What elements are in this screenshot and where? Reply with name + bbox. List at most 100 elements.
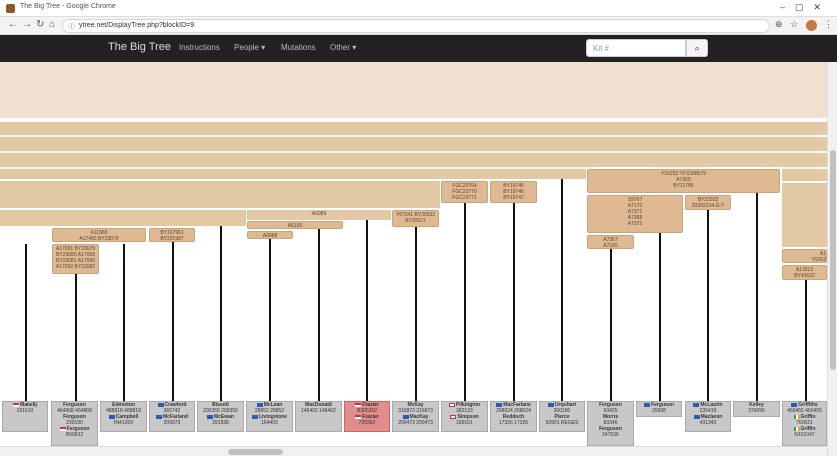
kit-leaf[interactable]: MacDonald 146402 146402 (295, 401, 342, 432)
snp-block[interactable]: S9767 A7170 A7371 A7368 A7372 (587, 195, 683, 233)
kit-id: 720362 (358, 420, 376, 426)
england-flag-icon (450, 414, 457, 419)
snp-block[interactable]: BY23333 20302234-G-T (685, 195, 731, 210)
kit-id: 17326 17326 (498, 420, 529, 426)
kit-id: 146402 146402 (301, 408, 336, 414)
kit-id: 189101 (456, 420, 473, 426)
snp-block[interactable]: BY19745 BY19746 BY19747 (490, 181, 537, 203)
scotland-flag-icon (256, 402, 263, 407)
kit-leaf[interactable]: Urquhart 300190 Pierce 92901 REGES (539, 401, 585, 432)
snp-block[interactable]: A11965 A17465 BY23079 (52, 228, 146, 242)
descent-line (75, 274, 77, 401)
snp-block[interactable]: A13013 BY43622 (782, 265, 827, 280)
descent-line (415, 227, 417, 401)
nav-instructions[interactable]: Instructions (179, 43, 220, 52)
descent-line (25, 244, 27, 401)
kit-id: 391938 (212, 420, 229, 426)
kit-leaf[interactable]: Ferguson 25938 (636, 401, 682, 417)
snp-block[interactable]: A1 Y9262 (782, 249, 827, 263)
snp-block[interactable]: Y67341 BY20532 BY20527 (392, 210, 439, 227)
usa-flag-icon (59, 426, 66, 431)
scotland-flag-icon (155, 414, 162, 419)
descent-line (464, 203, 466, 401)
kit-leaf[interactable]: Kelley 379096 (733, 401, 780, 417)
address-url[interactable]: ytree.net/DisplayTree.php?blockID=9 (79, 22, 194, 29)
usa-flag-icon (355, 414, 362, 419)
search-button[interactable]: ⌕ (686, 39, 708, 57)
ancestor-band (0, 181, 440, 208)
kit-id: 247536 (602, 432, 619, 438)
nav-other[interactable]: Other ▾ (330, 43, 356, 52)
kit-leaf[interactable]: Griffiths 460455 460455 Griffin 760621 G… (782, 401, 827, 446)
scotland-flag-icon (108, 414, 115, 419)
kit-leaf[interactable]: Crawford 365742 McFarland 209973 (149, 401, 195, 432)
ancestor-band (782, 183, 827, 247)
snp-block[interactable]: A6088 (247, 231, 293, 239)
kit-leaf[interactable]: Ferguson 464868 464868 Ferguson 230190 F… (51, 401, 98, 446)
haplotree-canvas[interactable]: A11965 A17465 BY23079 A17091 BY23079 BY2… (0, 62, 827, 456)
kit-search-placeholder: Kit # (593, 44, 610, 53)
kit-leaf[interactable]: McLean 28852 28852 Livingstone 164403 (246, 401, 293, 432)
descent-line (220, 226, 222, 401)
forward-arrow-icon[interactable]: → (22, 19, 32, 30)
ancestor-band (0, 122, 827, 135)
site-navbar: The Big Tree Instructions People ▾ Mutat… (0, 35, 837, 62)
kit-leaf[interactable]: Frazier B305352 Frazier 720362 (344, 401, 390, 432)
site-favicon-icon (6, 4, 15, 13)
scotland-flag-icon (547, 402, 554, 407)
kit-search-input[interactable]: Kit # (586, 39, 686, 57)
kit-leaf[interactable]: Ferguson 50425 Morris 83346 Ferguson 247… (587, 401, 634, 446)
nav-people[interactable]: People ▾ (234, 43, 265, 52)
browser-titlebar: The Big Tree - Google Chrome –▢✕ (0, 0, 837, 17)
kit-leaf[interactable]: Pilkington 382133 Simpson 189101 (441, 401, 488, 432)
horizontal-scrollbar[interactable] (0, 446, 827, 456)
descent-line (123, 244, 125, 401)
window-title: The Big Tree - Google Chrome (20, 3, 116, 10)
snp-block[interactable]: BY167961 BY201987 (149, 228, 195, 242)
info-icon[interactable]: ⓘ (68, 22, 75, 32)
ancestor-band (0, 169, 586, 179)
kit-id: 431343 (699, 420, 717, 426)
kit-leaf[interactable]: Makelij 191610 (2, 401, 48, 432)
descent-line (269, 239, 271, 401)
address-bar[interactable]: ⓘ ytree.net/DisplayTree.php?blockID=9 (62, 19, 770, 33)
bookmark-star-icon[interactable]: ☆ (790, 19, 798, 30)
kit-id: 164403 (261, 420, 278, 426)
zoom-icon[interactable]: ⊕ (775, 19, 783, 30)
vertical-scroll-thumb[interactable] (830, 150, 836, 370)
scotland-flag-icon (496, 402, 503, 407)
snp-block[interactable]: A7367 A7165 (587, 235, 634, 249)
scotland-flag-icon (157, 402, 164, 407)
kit-id: 209973 (163, 420, 181, 426)
back-arrow-icon[interactable]: ← (8, 19, 18, 30)
nav-mutations[interactable]: Mutations (281, 43, 316, 52)
vertical-scrollbar[interactable] (827, 62, 837, 456)
descent-line (805, 280, 807, 401)
kit-id: B59632 (65, 432, 84, 438)
site-brand[interactable]: The Big Tree (108, 41, 171, 53)
kit-id: 191610 (16, 408, 34, 414)
kit-leaf[interactable]: Edmiston 488818 488818 Campbell IN41269 (100, 401, 147, 432)
kit-leaf[interactable]: MacFarlane 268024 268024 Reddoch 17326 1… (490, 401, 537, 432)
scotland-flag-icon (402, 414, 409, 419)
scotland-flag-icon (693, 414, 700, 419)
reload-icon[interactable]: ↻ (36, 19, 44, 30)
ireland-flag-icon (793, 426, 800, 431)
descent-line (659, 233, 661, 401)
snp-block[interactable]: A6100 (247, 221, 343, 229)
kit-leaf[interactable]: McKay 316873 316873 MacKay 200473 200473 (392, 401, 439, 432)
snp-block[interactable]: FGC23764 FGC23770 FGC23771 (441, 181, 488, 203)
kit-leaf[interactable]: Bissett 200355 200355 McEwan 391938 (197, 401, 244, 432)
profile-avatar[interactable] (806, 20, 817, 31)
snp-block[interactable]: Y16252 YFS398679 A7369 BY11786 (587, 169, 780, 193)
snp-block-label[interactable]: A6089 (247, 210, 391, 220)
menu-kebab-icon[interactable]: ⋮ (824, 19, 833, 30)
window-controls[interactable]: –▢✕ (780, 2, 831, 13)
horizontal-scroll-thumb[interactable] (228, 449, 283, 455)
scotland-flag-icon (693, 402, 700, 407)
home-icon[interactable]: ⌂ (49, 19, 55, 30)
descent-line (172, 242, 174, 401)
kit-leaf[interactable]: McLaurin 235419 Maclaren 431343 (685, 401, 731, 432)
usa-flag-icon (355, 402, 362, 407)
snp-block[interactable]: A17091 BY23079 BY23080 A17093 BY23081 A1… (52, 244, 99, 274)
